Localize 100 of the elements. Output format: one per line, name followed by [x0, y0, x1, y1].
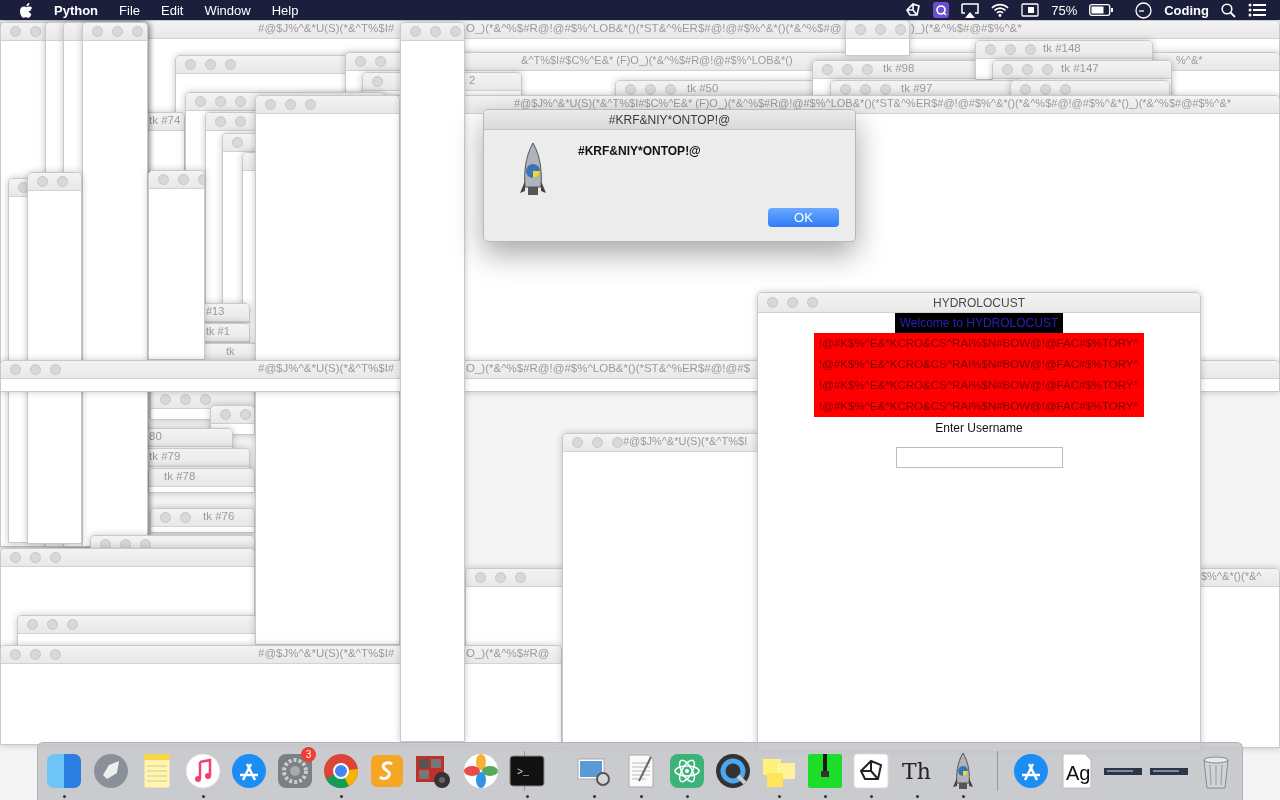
zoom-button[interactable]	[200, 394, 211, 405]
zoom-button[interactable]	[807, 297, 818, 308]
close-button[interactable]	[822, 64, 833, 75]
close-button[interactable]	[215, 116, 226, 127]
close-button[interactable]	[475, 572, 486, 583]
window-title: #@$J%^&*U(S)(*&^T%$I#	[258, 362, 395, 375]
browser-icon[interactable]	[321, 751, 361, 791]
close-button[interactable]	[158, 174, 169, 185]
zoom-button[interactable]	[132, 26, 143, 37]
minimize-button[interactable]	[47, 619, 58, 630]
app-store-icon[interactable]	[1011, 751, 1051, 791]
username-field[interactable]	[895, 447, 1063, 468]
zoom-button[interactable]	[50, 552, 61, 563]
close-button[interactable]	[160, 512, 171, 523]
close-button[interactable]	[160, 394, 171, 405]
minimize-button[interactable]	[240, 409, 251, 420]
minimize-button[interactable]	[30, 364, 41, 375]
minimize-button[interactable]	[180, 394, 191, 405]
zoom-button[interactable]	[305, 99, 316, 110]
close-button[interactable]	[265, 99, 276, 110]
menu-item[interactable]: Help	[271, 2, 299, 18]
minimize-button[interactable]	[30, 26, 41, 37]
split-square-icon[interactable]	[44, 751, 84, 791]
close-button[interactable]	[410, 26, 421, 37]
q-ring-icon[interactable]	[713, 751, 753, 791]
app-store-icon[interactable]	[229, 751, 269, 791]
zoom-button[interactable]	[50, 364, 61, 375]
app-menu[interactable]: Python	[54, 2, 99, 18]
minimize-button[interactable]	[30, 649, 41, 660]
minimize-button[interactable]	[842, 64, 853, 75]
cube-icon[interactable]	[851, 751, 891, 791]
close-button[interactable]	[92, 26, 103, 37]
search-icon[interactable]	[1221, 2, 1236, 18]
q-app-icon[interactable]	[933, 2, 950, 18]
minimize-button[interactable]	[787, 297, 798, 308]
zoom-button[interactable]	[612, 437, 623, 448]
zoom-button[interactable]	[1042, 64, 1053, 75]
music-note-icon[interactable]	[183, 751, 223, 791]
zoom-button[interactable]	[515, 572, 526, 583]
clock-icon[interactable]	[1135, 1, 1153, 19]
close-button[interactable]	[37, 176, 48, 187]
minimize-button[interactable]	[1005, 44, 1016, 55]
cube-icon[interactable]	[905, 2, 922, 18]
minimize-button[interactable]	[180, 512, 191, 523]
window-title: tk #78	[164, 470, 196, 483]
battery-percentage: 75%	[1051, 2, 1078, 18]
zoom-button[interactable]	[225, 59, 236, 70]
close-button[interactable]	[27, 619, 38, 630]
close-button[interactable]	[767, 297, 778, 308]
zoom-button[interactable]	[67, 619, 78, 630]
minimize-button[interactable]	[205, 59, 216, 70]
menu-item[interactable]: Edit	[161, 2, 184, 18]
close-button[interactable]	[10, 649, 21, 660]
close-button[interactable]	[185, 59, 196, 70]
zoom-button[interactable]	[450, 26, 461, 37]
close-button[interactable]	[855, 24, 866, 35]
close-button[interactable]	[985, 44, 996, 55]
apple-icon[interactable]	[20, 2, 33, 18]
user-name[interactable]: Coding	[1164, 2, 1209, 18]
zoom-button[interactable]	[862, 64, 873, 75]
close-button[interactable]	[232, 137, 243, 148]
minimize-button[interactable]	[495, 572, 506, 583]
minimize-button[interactable]	[215, 96, 226, 107]
close-button[interactable]	[10, 364, 21, 375]
menu-item[interactable]: File	[119, 2, 140, 18]
close-button[interactable]	[572, 437, 583, 448]
zoom-button[interactable]	[235, 96, 246, 107]
zoom-button[interactable]	[1025, 44, 1036, 55]
text-glyph-icon[interactable]: Th	[897, 751, 937, 791]
close-button[interactable]	[372, 76, 383, 87]
menu-item[interactable]: Window	[204, 2, 251, 18]
minimize-button[interactable]	[1022, 64, 1033, 75]
atom-icon[interactable]	[667, 751, 707, 791]
list-icon[interactable]	[1248, 3, 1266, 17]
minimize-button[interactable]	[30, 552, 41, 563]
close-button[interactable]	[220, 409, 231, 420]
gear-icon[interactable]	[275, 751, 315, 791]
minimize-button[interactable]	[875, 24, 886, 35]
minimize-button[interactable]	[57, 176, 68, 187]
wifi-icon[interactable]	[991, 3, 1010, 17]
minimize-button[interactable]	[178, 174, 189, 185]
display-icon[interactable]	[1021, 3, 1040, 17]
minimize-button[interactable]	[592, 437, 603, 448]
zoom-button[interactable]	[50, 649, 61, 660]
minimize-button[interactable]	[375, 56, 386, 67]
close-button[interactable]	[10, 26, 21, 37]
battery-icon[interactable]	[1089, 4, 1114, 16]
close-button[interactable]	[1002, 64, 1013, 75]
zoom-button[interactable]	[895, 24, 906, 35]
close-button[interactable]	[10, 552, 21, 563]
flower-icon[interactable]	[461, 751, 501, 791]
rocket-icon[interactable]	[91, 751, 131, 791]
minimize-button[interactable]	[285, 99, 296, 110]
minimize-button[interactable]	[235, 116, 246, 127]
close-button[interactable]	[195, 96, 206, 107]
close-button[interactable]	[355, 56, 366, 67]
airplay-icon[interactable]	[961, 2, 980, 18]
minimize-button[interactable]	[430, 26, 441, 37]
zipper-icon[interactable]	[805, 751, 845, 791]
minimize-button[interactable]	[112, 26, 123, 37]
